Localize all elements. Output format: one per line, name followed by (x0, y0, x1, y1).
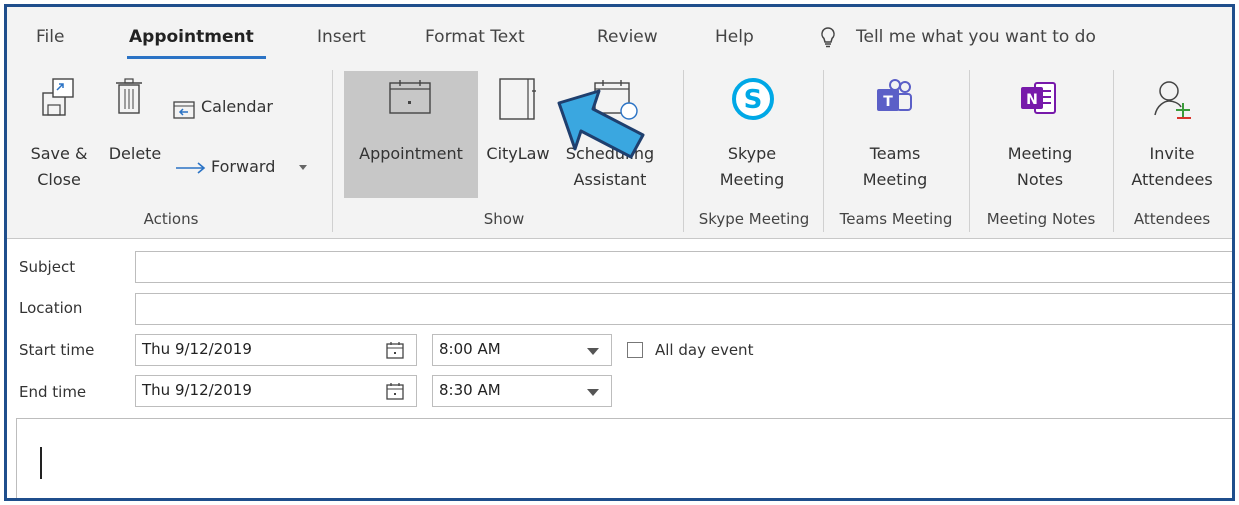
delete-label: Delete (108, 144, 162, 163)
start-time-value: 8:00 AM (439, 340, 501, 358)
citylaw-icon (499, 78, 536, 120)
start-time-label: Start time (19, 341, 95, 359)
end-time-dropdown[interactable]: 8:30 AM (432, 375, 612, 407)
group-label-meeting-notes: Meeting Notes (986, 210, 1096, 228)
end-time-label: End time (19, 383, 87, 401)
teams-label-2: Meeting (862, 170, 928, 189)
forward-dropdown-icon[interactable] (299, 165, 307, 170)
forward-label: Forward (211, 157, 276, 176)
end-date-picker[interactable]: Thu 9/12/2019 (135, 375, 417, 407)
skype-label-1: Skype (727, 144, 777, 163)
start-time-dropdown[interactable]: 8:00 AM (432, 334, 612, 366)
active-tab-indicator (127, 56, 266, 59)
save-icon (42, 78, 74, 116)
subject-input[interactable] (135, 251, 1232, 283)
location-label: Location (19, 299, 83, 317)
calendar-label: Calendar (201, 97, 273, 116)
calendar-picker-icon[interactable] (386, 382, 404, 400)
skype-icon: S (732, 78, 774, 120)
svg-text:S: S (744, 85, 763, 115)
save-close-label-2: Close (37, 170, 81, 189)
tab-insert[interactable]: Insert (317, 27, 366, 47)
start-date-picker[interactable]: Thu 9/12/2019 (135, 334, 417, 366)
lightbulb-icon (821, 27, 835, 48)
invite-label-2: Attendees (1131, 170, 1213, 189)
appointment-body-editor[interactable] (16, 418, 1232, 498)
all-day-checkbox[interactable] (627, 342, 643, 358)
subject-label: Subject (19, 258, 76, 276)
ribbon-tabs: File Appointment Insert Format Text Revi… (7, 7, 1232, 63)
scheduling-label-2: Assistant (573, 170, 647, 189)
group-separator (1113, 70, 1114, 232)
group-separator (823, 70, 824, 232)
teams-label-1: Teams (869, 144, 921, 163)
citylaw-label: CityLaw (486, 144, 550, 163)
tab-format-text[interactable]: Format Text (425, 27, 525, 47)
chevron-down-icon[interactable] (587, 348, 599, 355)
tab-appointment[interactable]: Appointment (129, 27, 254, 47)
group-label-teams-meeting: Teams Meeting (839, 210, 953, 228)
forward-arrow-icon (176, 162, 206, 174)
save-close-label-1: Save & (30, 144, 88, 163)
tab-help[interactable]: Help (715, 27, 754, 47)
end-date-value: Thu 9/12/2019 (142, 381, 252, 399)
group-label-skype-meeting: Skype Meeting (698, 210, 810, 228)
appointment-icon (389, 80, 431, 114)
tab-review[interactable]: Review (597, 27, 658, 47)
location-input[interactable] (135, 293, 1232, 325)
text-cursor (40, 447, 42, 479)
chevron-down-icon[interactable] (587, 389, 599, 396)
group-label-show: Show (483, 210, 525, 228)
group-label-attendees: Attendees (1133, 210, 1211, 228)
invite-label-1: Invite (1149, 144, 1195, 163)
trash-icon (116, 78, 142, 114)
meeting-notes-label-2: Notes (1016, 170, 1064, 189)
tell-me-search[interactable]: Tell me what you want to do (856, 27, 1096, 47)
onenote-icon: N (1021, 82, 1056, 114)
outlook-appointment-window: File Appointment Insert Format Text Revi… (4, 4, 1235, 501)
appointment-label: Appointment (359, 144, 463, 163)
all-day-label[interactable]: All day event (655, 341, 753, 359)
group-separator (332, 70, 333, 232)
invite-person-icon (1154, 81, 1191, 119)
calendar-arrow-icon (173, 101, 195, 119)
meeting-notes-label-1: Meeting (1007, 144, 1073, 163)
skype-label-2: Meeting (719, 170, 785, 189)
teams-icon: T (877, 79, 912, 111)
tab-file[interactable]: File (36, 27, 64, 47)
end-time-value: 8:30 AM (439, 381, 501, 399)
callout-arrow-icon (557, 89, 645, 159)
group-label-actions: Actions (143, 210, 199, 228)
svg-text:T: T (883, 94, 893, 110)
start-date-value: Thu 9/12/2019 (142, 340, 252, 358)
group-separator (969, 70, 970, 232)
group-separator (683, 70, 684, 232)
svg-text:N: N (1026, 92, 1038, 108)
calendar-picker-icon[interactable] (386, 341, 404, 359)
